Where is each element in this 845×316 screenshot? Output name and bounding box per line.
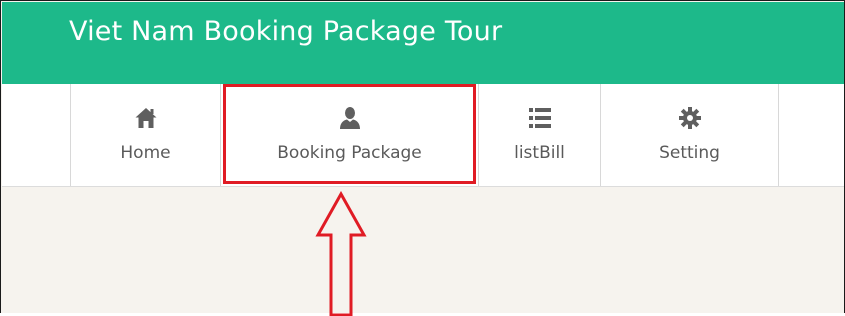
nav-item-label: Setting [659, 143, 720, 163]
app-frame: Viet Nam Booking Package Tour Home Booki… [0, 0, 845, 316]
nav-item-listbill[interactable]: listBill [479, 84, 601, 186]
nav-item-setting[interactable]: Setting [601, 84, 779, 186]
list-icon [528, 108, 551, 128]
nav-item-label: listBill [514, 143, 565, 163]
nav-item-label: Home [120, 143, 171, 163]
app-header: Viet Nam Booking Package Tour [2, 2, 844, 84]
gear-icon [678, 107, 701, 129]
highlight-box [223, 84, 476, 184]
up-arrow-icon [315, 191, 367, 316]
nav-item-home[interactable]: Home [70, 84, 221, 186]
app-title: Viet Nam Booking Package Tour [69, 16, 503, 47]
home-icon [135, 108, 156, 128]
